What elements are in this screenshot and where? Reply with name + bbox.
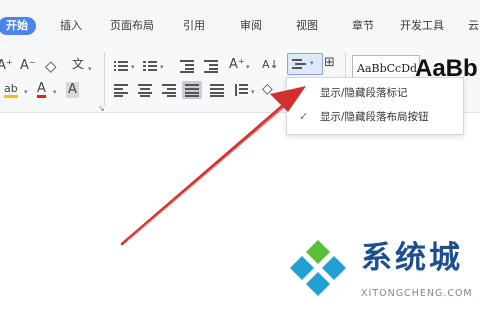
watermark-url: XITONGCHENG.COM	[361, 288, 473, 299]
watermark-logo-icon	[290, 240, 346, 296]
watermark-text: 系统城	[361, 240, 463, 276]
